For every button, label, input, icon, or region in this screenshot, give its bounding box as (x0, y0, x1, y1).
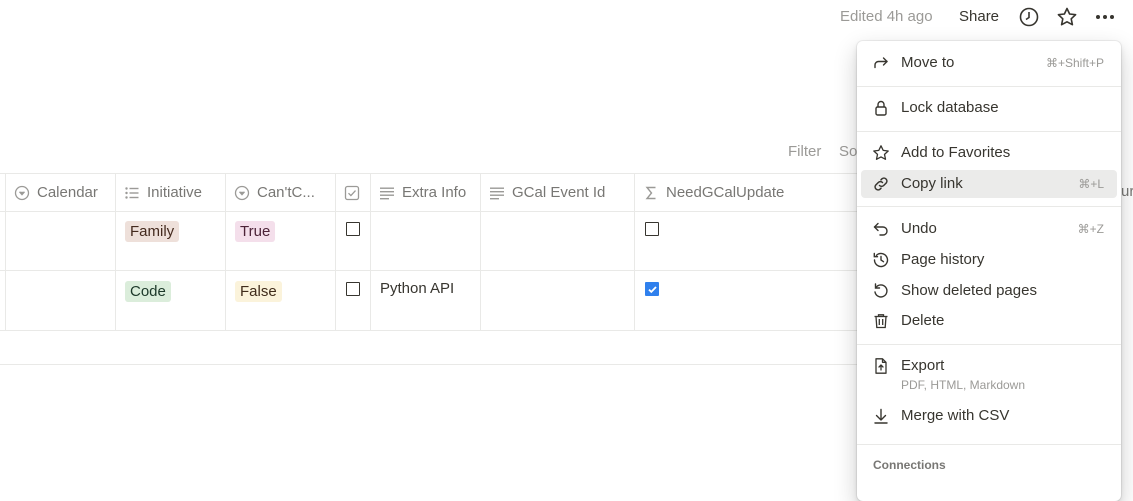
row-checkbox[interactable] (346, 222, 360, 236)
connections-section-label: Connections (873, 458, 946, 472)
column-header-cant[interactable]: Can'tC... (225, 174, 335, 211)
sigma-icon (643, 185, 659, 201)
share-button[interactable]: Share (959, 7, 999, 26)
column-header-partial: ur (1121, 183, 1133, 200)
menu-item-page-history[interactable]: Page history (861, 246, 1117, 274)
list-icon (124, 185, 140, 201)
initiative-tag: Family (125, 221, 180, 242)
checkbox-icon (344, 185, 360, 201)
arrow-turn-icon (872, 54, 890, 72)
need-update-checkbox[interactable] (645, 222, 659, 236)
cell-extra-info[interactable] (370, 211, 480, 270)
column-header-gcal-event-id[interactable]: GCal Event Id (480, 174, 634, 211)
table-row[interactable]: Code False Python API (0, 271, 870, 331)
column-header-checkbox[interactable] (335, 174, 370, 211)
star-icon[interactable] (1056, 6, 1078, 28)
text-icon (379, 185, 395, 201)
cell-gcal-event-id[interactable] (480, 271, 634, 330)
sort-button[interactable]: Sort (839, 143, 857, 160)
menu-item-lock-database[interactable]: Lock database (861, 94, 1117, 122)
cell-extra-info[interactable]: Python API (370, 271, 480, 330)
menu-item-move-to[interactable]: Move to ⌘+Shift+P (861, 49, 1117, 77)
cant-tag: False (235, 281, 282, 302)
cell-cant[interactable]: False (225, 271, 335, 330)
download-icon (872, 407, 890, 425)
cell-calendar[interactable] (5, 211, 115, 270)
table-bottom-divider (0, 364, 870, 365)
shortcut-label: ⌘+Z (1077, 222, 1104, 236)
row-checkbox[interactable] (346, 282, 360, 296)
export-formats: PDF, HTML, Markdown (901, 378, 1026, 392)
cell-initiative[interactable]: Family (115, 211, 225, 270)
column-header-initiative[interactable]: Initiative (115, 174, 225, 211)
cell-gcal-event-id[interactable] (480, 211, 634, 270)
menu-item-delete[interactable]: Delete (861, 307, 1117, 335)
table-row[interactable]: Family True (0, 211, 870, 271)
trash-icon (872, 312, 890, 330)
menu-item-export[interactable]: Export PDF, HTML, Markdown (861, 352, 1117, 396)
menu-divider (857, 131, 1121, 132)
more-icon[interactable] (1094, 6, 1116, 28)
menu-item-add-to-favorites[interactable]: Add to Favorites (861, 139, 1117, 167)
menu-divider (857, 344, 1121, 345)
shortcut-label: ⌘+Shift+P (1045, 56, 1104, 70)
column-header-calendar[interactable]: Calendar (5, 174, 115, 211)
cell-needgcalupdate (634, 271, 870, 330)
column-header-needgcalupdate[interactable]: NeedGCalUpdate (634, 174, 870, 211)
select-icon (234, 185, 250, 201)
restore-icon (872, 282, 890, 300)
cell-checkbox (335, 271, 370, 330)
export-icon (872, 357, 890, 375)
cell-calendar[interactable] (5, 271, 115, 330)
top-bar: Edited 4h ago Share (0, 0, 1133, 34)
menu-item-merge-with-csv[interactable]: Merge with CSV (861, 402, 1117, 430)
table-header-row: Calendar Initiative Can'tC... Extra Info (0, 173, 870, 212)
menu-item-undo[interactable]: Undo ⌘+Z (861, 215, 1117, 243)
menu-divider (857, 86, 1121, 87)
history-icon (872, 251, 890, 269)
clock-icon[interactable] (1018, 6, 1040, 28)
need-update-checkbox[interactable] (645, 282, 659, 296)
select-icon (14, 185, 30, 201)
page-options-menu: Move to ⌘+Shift+P Lock database Add to F… (857, 41, 1121, 501)
star-icon (872, 144, 890, 162)
initiative-tag: Code (125, 281, 171, 302)
cell-checkbox (335, 211, 370, 270)
menu-item-show-deleted-pages[interactable]: Show deleted pages (861, 277, 1117, 305)
menu-item-copy-link[interactable]: Copy link ⌘+L (861, 170, 1117, 198)
menu-divider (857, 444, 1121, 445)
cell-cant[interactable]: True (225, 211, 335, 270)
cell-initiative[interactable]: Code (115, 271, 225, 330)
lock-icon (872, 99, 890, 117)
cant-tag: True (235, 221, 276, 242)
menu-divider (857, 206, 1121, 207)
cell-needgcalupdate (634, 211, 870, 270)
column-header-extra-info[interactable]: Extra Info (370, 174, 480, 211)
link-icon (872, 175, 890, 193)
edited-status: Edited 4h ago (840, 8, 933, 25)
filter-button[interactable]: Filter (788, 143, 821, 160)
shortcut-label: ⌘+L (1078, 177, 1104, 191)
text-icon (489, 185, 505, 201)
undo-icon (872, 220, 890, 238)
